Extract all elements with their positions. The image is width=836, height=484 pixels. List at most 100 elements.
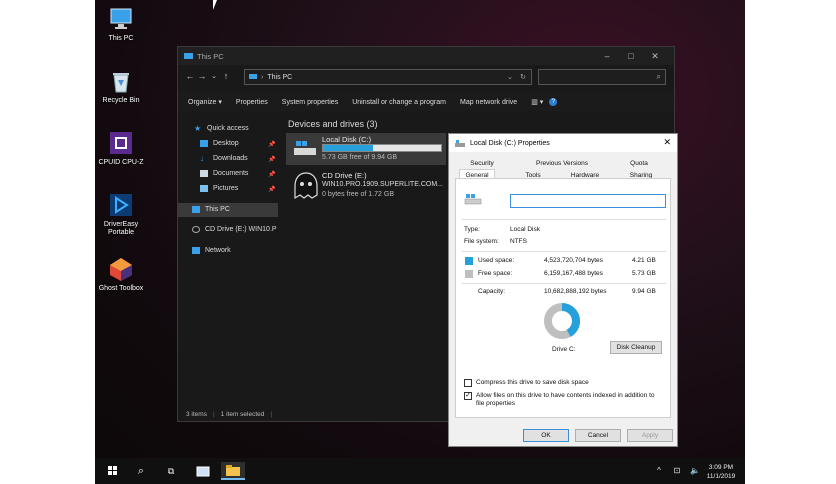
chevron-down-icon[interactable]: ⌄ xyxy=(507,73,513,81)
this-pc-icon xyxy=(249,74,257,79)
drive-item-local-disk[interactable]: Local Disk (C:) 5.73 GB free of 9.94 GB xyxy=(286,133,446,165)
this-pc-icon xyxy=(192,206,200,213)
sidebar-item-label: Desktop xyxy=(213,140,239,147)
cancel-button[interactable]: Cancel xyxy=(575,429,621,442)
file-system-label: File system: xyxy=(464,238,499,245)
desktop-icon-cpuz[interactable]: CPUID CPU-Z xyxy=(95,130,147,167)
disk-usage-donut xyxy=(544,303,580,339)
drive-item-cd-drive[interactable]: CD Drive (E:) WIN10.PRO.1909.SUPERLITE.C… xyxy=(286,169,446,203)
desktop-icon-label: This PC xyxy=(108,35,134,42)
help-icon[interactable]: ? xyxy=(549,98,558,106)
chevron-down-icon[interactable]: ⌄ xyxy=(208,72,220,80)
section-header[interactable]: Devices and drives (3) xyxy=(288,119,378,129)
pin-icon[interactable]: 📌 xyxy=(268,186,275,193)
divider xyxy=(462,219,666,220)
network-icon xyxy=(192,247,200,254)
divider xyxy=(462,251,666,252)
pin-icon[interactable]: 📌 xyxy=(268,171,275,178)
forward-arrow-icon[interactable]: → xyxy=(196,71,208,81)
uninstall-program-button[interactable]: Uninstall or change a program xyxy=(352,99,446,106)
browser-icon[interactable] xyxy=(191,462,215,480)
free-space-label: Free space: xyxy=(478,270,513,277)
selection-count: 1 item selected xyxy=(220,410,265,418)
hard-drive-icon xyxy=(464,194,482,205)
search-input[interactable]: ⌕ xyxy=(538,69,666,85)
used-space-label: Used space: xyxy=(478,257,515,264)
desktop-icon-recycle-bin[interactable]: Recycle Bin xyxy=(95,68,147,105)
sidebar-item-cd-drive[interactable]: CD Drive (E:) WIN10.P xyxy=(192,226,277,233)
sidebar-item-downloads[interactable]: ↓ Downloads xyxy=(200,154,248,163)
system-properties-button[interactable]: System properties xyxy=(282,99,338,106)
star-icon: ★ xyxy=(194,124,202,133)
refresh-icon[interactable]: ↻ xyxy=(520,73,526,81)
dialog-titlebar[interactable]: Local Disk (C:) Properties ✕ xyxy=(449,134,677,152)
apply-button[interactable]: Apply xyxy=(627,429,673,442)
address-text: This PC xyxy=(267,73,293,81)
sidebar-item-quick-access[interactable]: ★ Quick access xyxy=(194,124,249,133)
navigation-pane: ★ Quick access Desktop 📌 ↓ Downloads 📌 D… xyxy=(178,119,278,403)
capacity-bytes: 10,682,888,192 bytes xyxy=(544,288,607,295)
drive-free-text: 0 bytes free of 1.72 GB xyxy=(322,191,394,198)
desktop-icon-ghost-toolbox[interactable]: Ghost Toolbox xyxy=(95,256,147,293)
tab-quota[interactable]: Quota xyxy=(621,158,657,169)
up-arrow-icon[interactable]: ↑ xyxy=(220,71,232,81)
sidebar-item-label: Documents xyxy=(213,170,249,177)
sidebar-item-network[interactable]: Network xyxy=(192,247,231,254)
status-separator: | xyxy=(212,410,215,418)
search-icon[interactable]: ⌕ xyxy=(129,462,153,480)
task-view-icon[interactable]: ⧉ xyxy=(159,462,183,480)
organize-button[interactable]: Organize ▾ xyxy=(188,98,222,106)
type-label: Type: xyxy=(464,226,480,233)
map-network-drive-button[interactable]: Map network drive xyxy=(460,99,517,106)
free-space-swatch xyxy=(465,270,473,278)
drive-usage-fill xyxy=(323,145,373,151)
tab-previous-versions[interactable]: Previous Versions xyxy=(527,158,597,169)
minimize-icon[interactable]: – xyxy=(602,51,612,61)
volume-label-input[interactable] xyxy=(510,194,666,208)
this-pc-icon xyxy=(184,52,193,59)
maximize-icon[interactable]: □ xyxy=(626,51,636,61)
disk-cleanup-button[interactable]: Disk Cleanup xyxy=(610,341,662,354)
desktop: This PC Recycle Bin CPUID CPU-Z DriverEa… xyxy=(95,0,745,484)
address-bar[interactable]: › This PC ⌄ ↻ xyxy=(244,69,532,85)
desktop-icon-drivereasy[interactable]: DriverEasy Portable xyxy=(95,192,147,237)
windows-start-icon[interactable] xyxy=(101,462,125,480)
pin-icon[interactable]: 📌 xyxy=(268,141,275,148)
ghost-toolbox-icon xyxy=(108,256,134,282)
capacity-gb: 9.94 GB xyxy=(632,288,656,295)
clock[interactable]: 3:09 PM 11/1/2019 xyxy=(703,463,739,481)
download-arrow-icon: ↓ xyxy=(200,154,204,163)
sidebar-item-label: Pictures xyxy=(213,185,239,192)
explorer-titlebar[interactable]: This PC xyxy=(178,47,674,65)
compress-checkbox[interactable] xyxy=(464,379,472,387)
desktop-folder-icon xyxy=(200,140,208,147)
close-icon[interactable]: ✕ xyxy=(650,51,660,61)
sidebar-item-documents[interactable]: Documents xyxy=(200,170,248,177)
sidebar-item-label: This PC xyxy=(205,206,230,213)
file-explorer-taskbar-icon[interactable] xyxy=(221,462,245,480)
search-icon: ⌕ xyxy=(656,72,661,81)
desktop-icon-label: CPUID CPU-Z xyxy=(98,159,144,166)
desktop-icon-this-pc[interactable]: This PC xyxy=(95,6,147,43)
used-space-bytes: 4,523,720,704 bytes xyxy=(544,257,603,264)
close-icon[interactable]: ✕ xyxy=(663,137,671,148)
index-checkbox[interactable]: ✓ xyxy=(464,392,472,400)
status-separator: | xyxy=(270,410,273,418)
sidebar-item-desktop[interactable]: Desktop xyxy=(200,140,239,147)
type-value: Local Disk xyxy=(510,226,540,233)
back-arrow-icon[interactable]: ← xyxy=(184,71,196,81)
view-options-icon[interactable]: ▥ ▾ xyxy=(531,98,543,106)
hard-drive-icon xyxy=(294,141,316,155)
ok-button[interactable]: OK xyxy=(523,429,569,442)
tab-security[interactable]: Security xyxy=(467,158,497,169)
desktop-icon-label: Recycle Bin xyxy=(102,97,140,104)
mouse-cursor xyxy=(213,0,217,10)
file-system-value: NTFS xyxy=(510,238,527,245)
free-space-bytes: 6,159,167,488 bytes xyxy=(544,270,603,277)
pin-icon[interactable]: 📌 xyxy=(268,156,275,163)
cd-drive-icon xyxy=(192,226,200,233)
hard-drive-icon xyxy=(455,139,465,147)
properties-button[interactable]: Properties xyxy=(236,99,268,106)
sidebar-item-this-pc[interactable]: This PC xyxy=(192,206,230,213)
sidebar-item-pictures[interactable]: Pictures xyxy=(200,185,238,192)
